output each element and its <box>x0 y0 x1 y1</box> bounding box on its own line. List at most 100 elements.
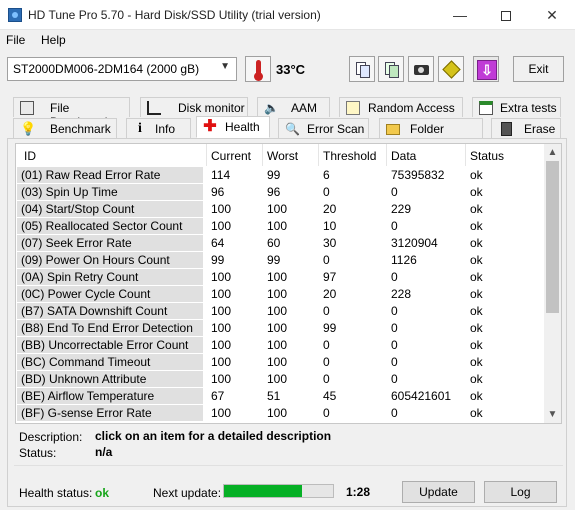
tab-label: Health <box>225 120 260 134</box>
worst-value: 51 <box>267 389 281 403</box>
table-row[interactable]: (B8) End To End Error Detection 100 100 99 0… <box>16 320 546 337</box>
tab-aam[interactable]: 🔈 AAM <box>257 97 330 117</box>
worst-value: 100 <box>267 219 288 233</box>
scroll-down-arrow-icon[interactable]: ▼ <box>544 406 561 423</box>
table-row[interactable]: (03) Spin Up Time 96 96 0 0 ok <box>16 184 546 201</box>
info-icon: i <box>138 121 142 136</box>
data-value: 0 <box>391 372 398 386</box>
copy-info-button[interactable] <box>349 56 375 82</box>
tab-erase[interactable]: Erase <box>491 118 561 138</box>
scrollbar[interactable]: ▲ ▼ <box>544 144 561 423</box>
threshold-value: 0 <box>323 372 330 386</box>
maximize-button[interactable] <box>483 0 529 30</box>
temperature-value: 33°C <box>276 62 306 77</box>
next-update-progress <box>223 484 334 498</box>
current-value: 100 <box>211 406 232 420</box>
table-row[interactable]: (BC) Command Timeout 100 100 0 0 ok <box>16 354 546 371</box>
data-value: 0 <box>391 355 398 369</box>
tab-disk-monitor[interactable]: Disk monitor <box>140 97 248 117</box>
status-value: ok <box>470 406 483 420</box>
tab-extra-tests[interactable]: Extra tests <box>472 97 561 117</box>
tab-info[interactable]: i Info <box>126 118 191 138</box>
status-value: ok <box>470 338 483 352</box>
table-row[interactable]: (B7) SATA Downshift Count 100 100 0 0 ok <box>16 303 546 320</box>
status-value: ok <box>470 372 483 386</box>
current-value: 64 <box>211 236 225 250</box>
threshold-value: 20 <box>323 202 337 216</box>
title-bar: HD Tune Pro 5.70 - Hard Disk/SSD Utility… <box>0 0 575 30</box>
attribute-id: (03) Spin Up Time <box>17 184 203 200</box>
extra-tests-icon <box>479 101 493 115</box>
worst-value: 100 <box>267 406 288 420</box>
table-row[interactable]: (01) Raw Read Error Rate 114 99 6 75395832 ok <box>16 167 546 184</box>
tab-label: Benchmark <box>50 122 111 136</box>
scroll-thumb[interactable] <box>546 161 559 313</box>
table-row[interactable]: (BD) Unknown Attribute 100 100 0 0 ok <box>16 371 546 388</box>
drive-select[interactable]: ST2000DM006-2DM164 (2000 gB) ▼ <box>7 57 237 81</box>
table-row[interactable]: (BF) G-sense Error Rate 100 100 0 0 ok <box>16 405 546 422</box>
table-row[interactable]: (0C) Power Cycle Count 100 100 20 228 ok <box>16 286 546 303</box>
data-value: 0 <box>391 338 398 352</box>
threshold-value: 45 <box>323 389 337 403</box>
tab-folder-usage[interactable]: Folder Usage <box>379 118 483 150</box>
save-button[interactable]: ⇩ <box>473 56 499 82</box>
tab-random-access[interactable]: Random Access <box>339 97 463 117</box>
worst-value: 100 <box>267 355 288 369</box>
tab-benchmark[interactable]: 💡 Benchmark <box>13 118 117 138</box>
column-header[interactable]: Status <box>466 144 546 166</box>
tab-file-benchmark[interactable]: File Benchmark <box>13 97 130 129</box>
attribute-id: (09) Power On Hours Count <box>17 252 203 268</box>
current-value: 100 <box>211 372 232 386</box>
log-button[interactable]: Log <box>484 481 557 503</box>
data-value: 229 <box>391 202 412 216</box>
table-row[interactable]: (07) Seek Error Rate 64 60 30 3120904 ok <box>16 235 546 252</box>
random-access-icon <box>346 101 360 115</box>
threshold-value: 0 <box>323 406 330 420</box>
tab-label: Error Scan <box>307 122 365 136</box>
health-status-label: Health status: <box>19 486 93 500</box>
current-value: 100 <box>211 219 232 233</box>
worst-value: 100 <box>267 202 288 216</box>
column-header[interactable]: Worst <box>263 144 319 166</box>
menu-help[interactable]: Help <box>41 33 66 47</box>
attribute-id: (0A) Spin Retry Count <box>17 269 203 285</box>
worst-value: 60 <box>267 236 281 250</box>
column-header[interactable]: Current <box>207 144 263 166</box>
tab-error-scan[interactable]: 🔍 Error Scan <box>278 118 369 138</box>
threshold-value: 0 <box>323 304 330 318</box>
attribute-id: (B7) SATA Downshift Count <box>17 303 203 319</box>
copy-all-button[interactable] <box>378 56 404 82</box>
tab-label: Disk monitor <box>178 101 245 115</box>
tab-label: Random Access <box>368 101 455 115</box>
current-value: 100 <box>211 202 232 216</box>
status-value: ok <box>470 253 483 267</box>
table-row[interactable]: (09) Power On Hours Count 99 99 0 1126 ok <box>16 252 546 269</box>
table-row[interactable]: (04) Start/Stop Count 100 100 20 229 ok <box>16 201 546 218</box>
data-value: 228 <box>391 287 412 301</box>
table-row[interactable]: (05) Reallocated Sector Count 100 100 10 0 ok <box>16 218 546 235</box>
attribute-id: (0C) Power Cycle Count <box>17 286 203 302</box>
options-button[interactable] <box>438 56 464 82</box>
worst-value: 100 <box>267 321 288 335</box>
table-row[interactable]: (0A) Spin Retry Count 100 100 97 0 ok <box>16 269 546 286</box>
current-value: 100 <box>211 304 232 318</box>
worst-value: 100 <box>267 287 288 301</box>
menu-file[interactable]: File <box>6 33 25 47</box>
close-button[interactable]: ✕ <box>529 0 575 30</box>
scroll-up-arrow-icon[interactable]: ▲ <box>544 144 561 161</box>
column-header[interactable]: Threshold <box>319 144 387 166</box>
table-row[interactable]: (BB) Uncorrectable Error Count 100 100 0 0 ok <box>16 337 546 354</box>
column-header[interactable]: ID <box>20 144 207 166</box>
update-button[interactable]: Update <box>402 481 475 503</box>
worst-value: 100 <box>267 338 288 352</box>
exit-button[interactable]: Exit <box>513 56 564 82</box>
column-header[interactable]: Data <box>387 144 466 166</box>
smart-table[interactable]: ID Current Worst Threshold Data Status (01) R… <box>15 143 562 424</box>
minimize-button[interactable]: — <box>437 0 483 30</box>
tab-health[interactable]: ✚ Health <box>196 116 270 138</box>
camera-icon <box>414 65 429 75</box>
screenshot-button[interactable] <box>408 56 434 82</box>
status-value: ok <box>470 185 483 199</box>
table-row[interactable]: (BE) Airflow Temperature 67 51 45 605421601 o… <box>16 388 546 405</box>
magnifier-icon: 🔍 <box>285 122 300 136</box>
